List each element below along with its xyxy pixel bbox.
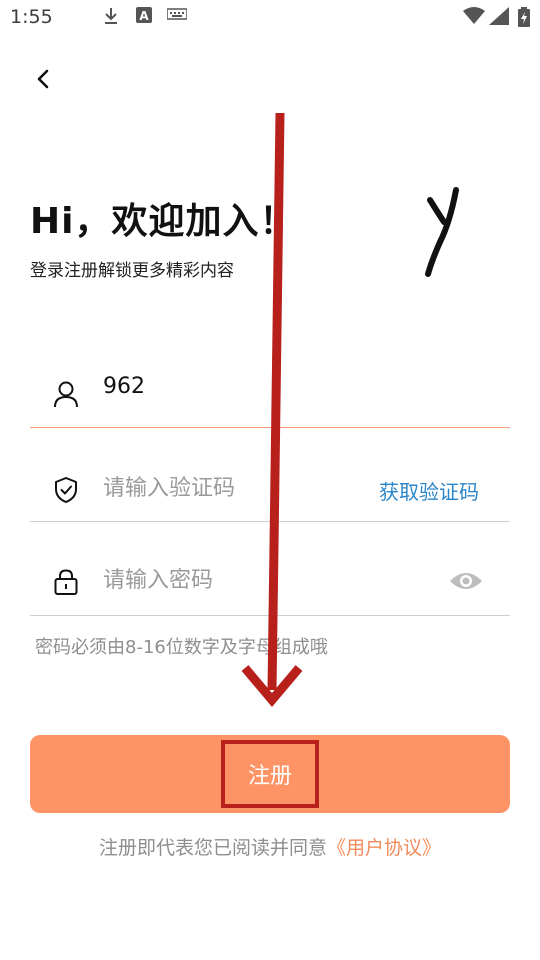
keyboard-icon (166, 7, 188, 25)
password-field[interactable]: 请输入密码 (30, 546, 510, 616)
lock-icon (52, 568, 80, 596)
phone-field-underline (30, 427, 510, 428)
get-code-button[interactable]: 获取验证码 (379, 476, 479, 505)
phone-input[interactable]: 962 (103, 374, 145, 399)
agreement-prefix: 注册即代表您已阅读并同意 (98, 837, 327, 859)
user-agreement-link[interactable]: 《用户协议》 (327, 837, 441, 859)
password-input[interactable]: 请输入密码 (103, 562, 213, 594)
download-icon (103, 7, 119, 29)
page-title: Hi，欢迎加入！ (30, 201, 297, 242)
code-field-underline (30, 521, 510, 522)
user-icon (52, 380, 80, 408)
chevron-left-icon (37, 69, 49, 89)
code-input[interactable]: 请输入验证码 (103, 470, 235, 502)
shield-check-icon (52, 476, 80, 504)
battery-charging-icon (518, 7, 530, 31)
phone-field[interactable]: 962 (30, 358, 510, 428)
password-hint: 密码必须由8-16位数字及字母组成哦 (35, 637, 328, 658)
agreement-text: 注册即代表您已阅读并同意《用户协议》 (0, 833, 540, 860)
password-field-underline (30, 615, 510, 616)
register-highlight-box (221, 740, 319, 808)
page-subtitle: 登录注册解锁更多精彩内容 (30, 261, 234, 281)
a-notification-icon: A (136, 7, 152, 27)
back-button[interactable] (30, 64, 56, 94)
scribble-mark (425, 187, 459, 277)
svg-text:A: A (139, 9, 149, 23)
status-time: 1:55 (10, 6, 53, 28)
wifi-icon (463, 7, 485, 29)
password-visibility-toggle[interactable] (448, 568, 484, 594)
eye-icon (450, 573, 482, 589)
signal-icon (489, 7, 509, 29)
